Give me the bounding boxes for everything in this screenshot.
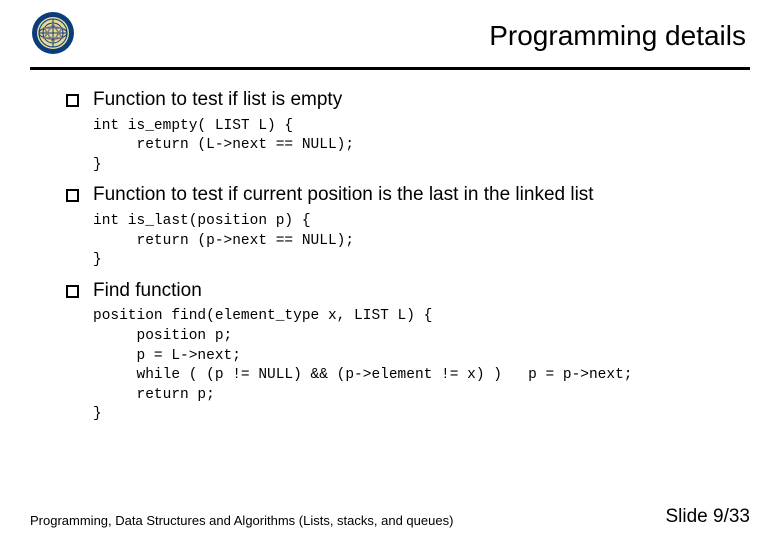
bullet-item: Function to test if current position is … [66,183,750,208]
bullet-item: Find function [66,279,750,304]
bullet-item: Function to test if list is empty [66,88,750,113]
square-bullet-icon [66,94,79,107]
code-block: int is_empty( LIST L) { return (L->next … [93,117,750,176]
slide-content: Function to test if list is empty int is… [30,88,750,425]
slide-title: Programming details [76,20,750,52]
institution-logo-icon [30,10,76,61]
slide: Programming details Function to test if … [0,0,780,540]
bullet-text: Function to test if current position is … [93,183,594,208]
code-block: int is_last(position p) { return (p->nex… [93,212,750,271]
square-bullet-icon [66,189,79,202]
square-bullet-icon [66,285,79,298]
slide-header: Programming details [30,10,750,70]
slide-footer: Programming, Data Structures and Algorit… [30,506,750,528]
bullet-text: Function to test if list is empty [93,88,342,113]
code-block: position find(element_type x, LIST L) { … [93,307,750,424]
footer-slide-number: Slide 9/33 [665,506,750,528]
bullet-text: Find function [93,279,202,304]
footer-course-text: Programming, Data Structures and Algorit… [30,513,453,528]
